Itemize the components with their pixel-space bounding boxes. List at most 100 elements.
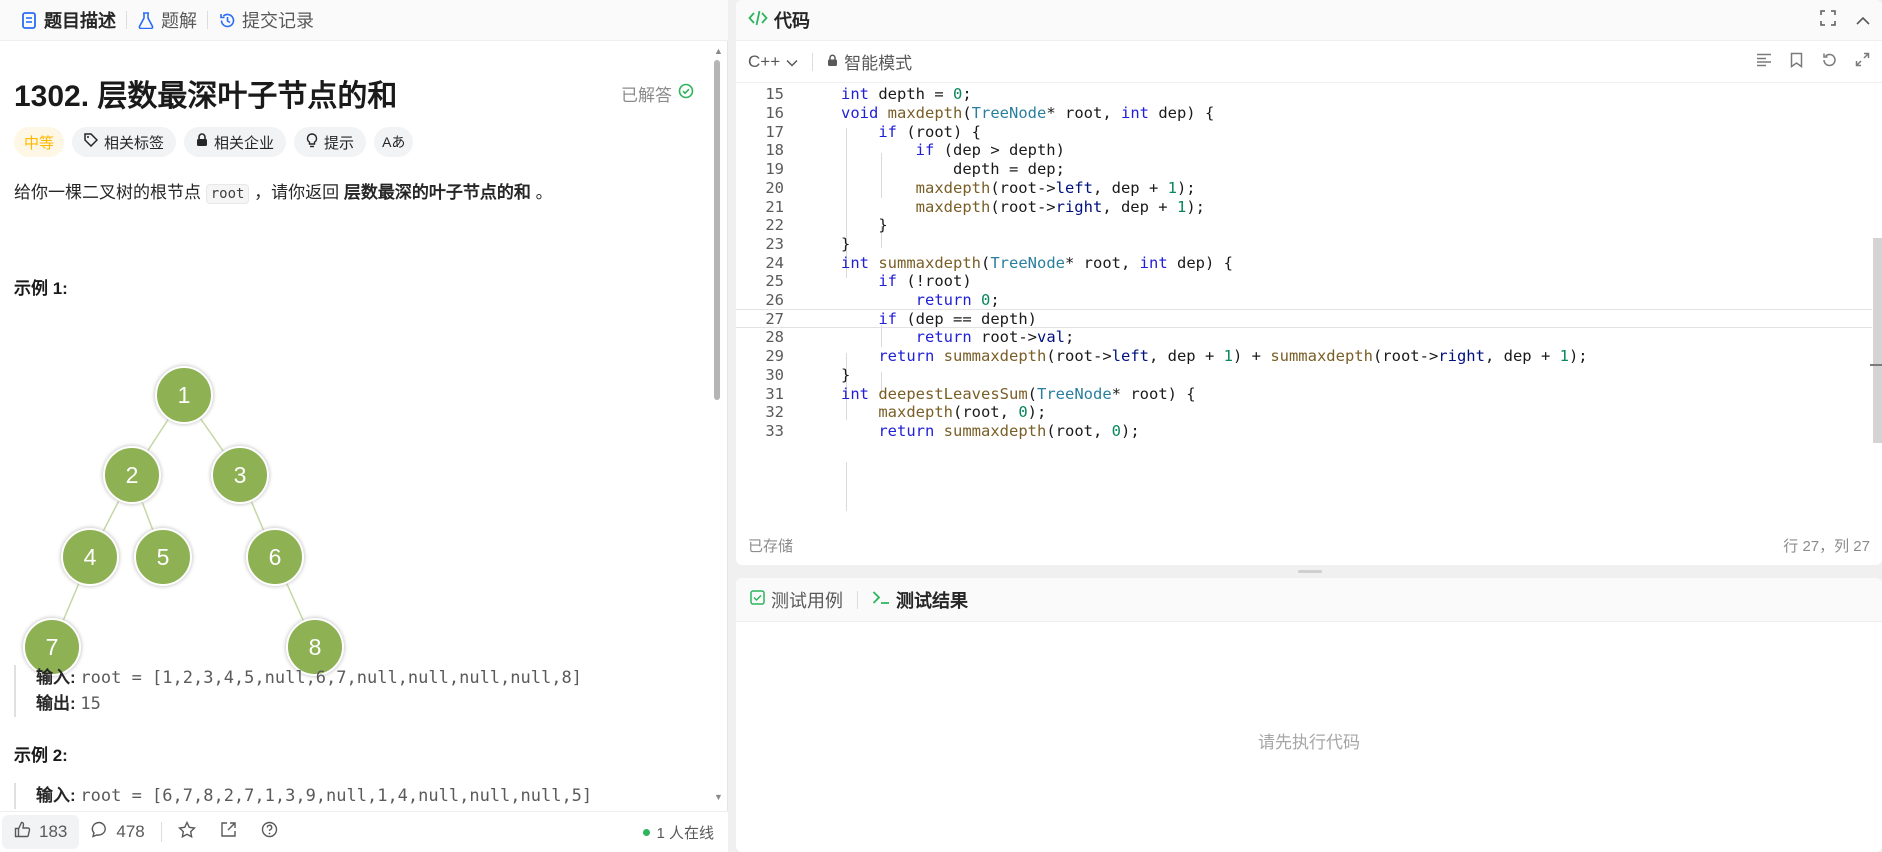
bookmark-icon[interactable] [1790, 52, 1803, 73]
tree-node: 5 [134, 528, 192, 586]
cursor-marker [1870, 364, 1882, 366]
problem-title: 1302. 层数最深叶子节点的和 [14, 80, 398, 113]
translate-icon: Aあ [382, 134, 406, 150]
like-count: 183 [39, 822, 68, 841]
problem-scrollbar[interactable]: ▲ ▼ [712, 46, 723, 802]
share-button[interactable] [208, 815, 249, 849]
code-line[interactable]: 30} [736, 366, 1872, 385]
related-tags-button[interactable]: 相关标签 [72, 127, 177, 157]
comments-button[interactable]: 478 [79, 815, 156, 849]
line-number: 22 [765, 216, 784, 235]
reset-icon[interactable] [1821, 52, 1837, 73]
solved-label: 已解答 [621, 85, 672, 105]
smart-mode-toggle[interactable]: 智能模式 [827, 49, 912, 74]
editor-scrollbar-thumb[interactable] [1873, 238, 1882, 443]
desc-bold: 层数最深的叶子节点的和 [343, 183, 531, 202]
code-line[interactable]: 25 if (!root) [736, 272, 1872, 291]
editor-scrollbar[interactable] [1870, 83, 1882, 511]
smart-mode-label: 智能模式 [844, 54, 913, 73]
code-line[interactable]: 21 maxdepth(root->right, dep + 1); [736, 197, 1872, 216]
collapse-icon[interactable] [1856, 10, 1870, 31]
solved-status: 已解答 [621, 81, 694, 106]
history-icon [218, 11, 236, 29]
scroll-up-icon[interactable]: ▲ [714, 46, 723, 56]
code-text: return 0; [915, 291, 1000, 310]
online-dot-icon [643, 829, 651, 836]
line-number: 17 [765, 122, 784, 141]
tag-icon [84, 133, 99, 151]
tab-solutions[interactable]: 题解 [127, 0, 207, 41]
tab-description[interactable]: 题目描述 [10, 0, 126, 41]
translate-button[interactable]: Aあ [374, 127, 414, 157]
editor-status-bar: 已存储 行 27，列 27 [736, 530, 1882, 560]
tab-submissions[interactable]: 提交记录 [208, 0, 324, 41]
hint-label: 提示 [324, 134, 355, 152]
code-line[interactable]: 22 } [736, 216, 1872, 235]
help-button[interactable] [249, 815, 290, 849]
code-area[interactable]: 15 int depth = 0; 16 void maxdepth(TreeNode… [736, 83, 1882, 511]
code-text: } [841, 365, 851, 384]
code-line[interactable]: 26 return 0; [736, 291, 1872, 310]
language-value: C++ [748, 51, 781, 71]
scrollbar-thumb[interactable] [714, 60, 720, 400]
code-line[interactable]: 15 int depth = 0; [736, 85, 1872, 104]
language-select[interactable]: C++ [748, 52, 798, 72]
question-icon [261, 821, 278, 843]
line-number: 33 [765, 421, 784, 440]
line-number: 19 [765, 160, 784, 179]
share-icon [220, 821, 237, 843]
code-line[interactable]: 20 maxdepth(root->left, dep + 1); [736, 179, 1872, 198]
code-line[interactable]: 18 if (dep > depth) [736, 141, 1872, 160]
output-label: 输出: [36, 694, 76, 713]
toolbar-divider [812, 52, 814, 71]
resize-handle[interactable] [1298, 570, 1322, 573]
code-text: if (dep > depth) [915, 141, 1065, 160]
example-2-input: 输入: root = [6,7,8,2,7,1,3,9,null,1,4,nul… [36, 783, 592, 809]
line-number: 28 [765, 328, 784, 347]
code-line[interactable]: 17 if (root) { [736, 122, 1872, 141]
code-line[interactable]: 24 int summaxdepth(TreeNode* root, int de… [736, 253, 1872, 272]
line-number: 16 [765, 104, 784, 123]
code-line[interactable]: 28 return root->val; [736, 328, 1872, 347]
desc-code: root [205, 184, 250, 204]
hint-button[interactable]: 提示 [294, 127, 367, 157]
line-number: 31 [765, 384, 784, 403]
example-2-io: 输入: root = [6,7,8,2,7,1,3,9,null,1,4,nul… [14, 783, 592, 809]
code-line[interactable]: 29 return summaxdepth(root->left, dep + … [736, 347, 1872, 366]
desc-text: 给你一棵二叉树的根节点 [14, 183, 206, 202]
comment-count: 478 [116, 822, 145, 841]
code-line[interactable]: 31 int deepestLeavesSum(TreeNode* root) { [736, 384, 1872, 403]
related-companies-button[interactable]: 相关企业 [184, 127, 287, 157]
tree-node: 3 [211, 446, 269, 504]
code-line[interactable]: 23} [736, 235, 1872, 254]
code-line[interactable]: 32 maxdepth(root, 0); [736, 403, 1872, 422]
line-number: 25 [765, 272, 784, 291]
code-line[interactable]: 27 if (dep == depth) [736, 309, 1872, 329]
line-number: 27 [765, 309, 784, 328]
thumbs-up-icon [14, 821, 31, 843]
problem-footer: 183 478 1 人在线 [0, 811, 728, 852]
line-number: 30 [765, 365, 784, 384]
input-value: root = [6,7,8,2,7,1,3,9,null,1,4,null,nu… [80, 786, 593, 806]
fullscreen-icon[interactable] [1820, 10, 1836, 31]
example-1-output: 输出: 15 [36, 691, 582, 717]
tab-testresults[interactable]: 测试结果 [872, 587, 968, 613]
problem-description: 给你一棵二叉树的根节点 root ，请你返回 层数最深的叶子节点的和 。 [14, 178, 553, 204]
code-line[interactable]: 33 return summaxdepth(root, 0); [736, 422, 1872, 441]
tab-testcases-label: 测试用例 [771, 590, 843, 611]
format-icon[interactable] [1756, 52, 1772, 72]
input-label: 输入: [36, 668, 76, 687]
editor-header: 代码 [736, 0, 1882, 41]
editor-title: 代码 [774, 11, 810, 31]
online-indicator: 1 人在线 [643, 812, 714, 852]
editor-header-actions [1820, 0, 1870, 41]
expand-icon[interactable] [1855, 52, 1870, 72]
toolbar-actions [1756, 41, 1870, 83]
tab-testcases[interactable]: 测试用例 [750, 587, 843, 613]
code-line[interactable]: 19 depth = dep; [736, 160, 1872, 179]
scroll-down-icon[interactable]: ▼ [714, 792, 723, 802]
code-line[interactable]: 16 void maxdepth(TreeNode* root, int dep)… [736, 104, 1872, 123]
example-1-title: 示例 1: [14, 279, 68, 298]
like-button[interactable]: 183 [2, 815, 80, 849]
favorite-button[interactable] [166, 815, 208, 849]
